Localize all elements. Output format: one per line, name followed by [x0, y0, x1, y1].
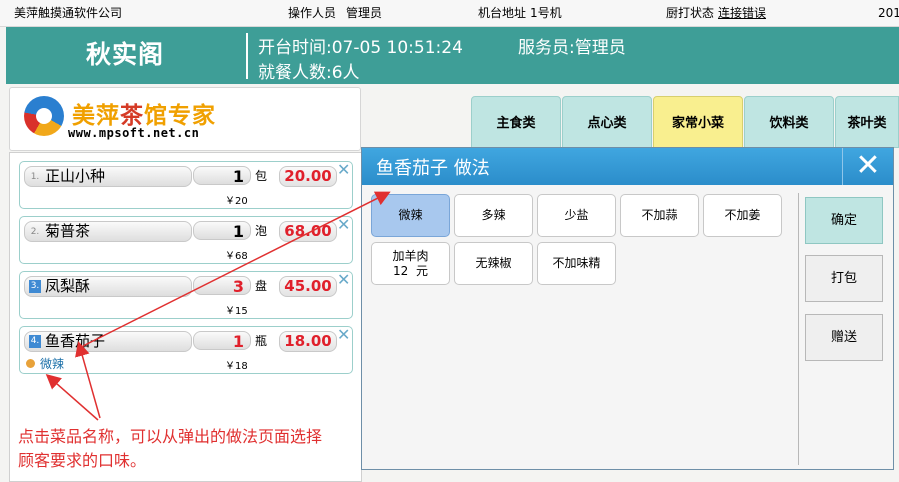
- item-name: 凤梨酥: [45, 277, 91, 295]
- item-price: 45.00: [279, 276, 337, 297]
- option-no-chili[interactable]: 无辣椒: [454, 242, 533, 285]
- option-extra-spicy[interactable]: 多辣: [454, 194, 533, 237]
- option-mild-spicy[interactable]: 微辣: [371, 194, 450, 237]
- remove-item-icon[interactable]: ✕: [337, 270, 350, 289]
- option-no-msg[interactable]: 不加味精: [537, 242, 616, 285]
- waiter-label: 服务员:: [518, 38, 575, 58]
- operator-value: 管理员: [346, 6, 383, 20]
- item-unit: 盘: [255, 279, 268, 293]
- annotation-line: 顾客要求的口味。: [18, 451, 147, 470]
- item-unit-price: ￥68: [225, 251, 248, 262]
- divider: [798, 193, 799, 465]
- item-price: 68.00: [279, 221, 337, 242]
- item-unit: 包: [255, 169, 268, 183]
- item-unit-price: ￥15: [225, 306, 248, 317]
- table-header: 秋实阁 开台时间:07-05 10:51:24 服务员:管理员 就餐人数:6人: [6, 27, 899, 84]
- confirm-button[interactable]: 确定: [805, 197, 883, 244]
- note-dot-icon: [26, 359, 35, 368]
- item-name: 正山小种: [45, 167, 106, 185]
- tab-dim-sum[interactable]: 点心类: [562, 96, 652, 148]
- printer-label: 厨打状态: [666, 6, 715, 20]
- annotation: 点击菜品名称，可以从弹出的做法页面选择 顾客要求的口味。: [18, 425, 358, 473]
- item-name-button[interactable]: 3. 凤梨酥: [24, 276, 192, 297]
- option-label: 加羊肉: [392, 249, 429, 263]
- terminal-value: 1号机: [530, 6, 562, 20]
- logo-title-part: 美萍: [72, 102, 120, 129]
- logo-title-part: 馆专家: [144, 102, 216, 129]
- annotation-line: 点击菜品名称，可以从弹出的做法页面选择: [18, 427, 323, 446]
- order-item[interactable]: 4. 鱼香茄子 1 瓶 18.00 ✕ 微辣 ￥18: [19, 325, 353, 374]
- item-index: 3.: [29, 280, 41, 293]
- tab-staple-food[interactable]: 主食类: [471, 96, 561, 148]
- terminal-label: 机台地址: [478, 6, 527, 20]
- item-quantity[interactable]: 1: [193, 166, 251, 186]
- open-time-value: 07-05 10:51:24: [331, 38, 463, 58]
- gift-button[interactable]: 赠送: [805, 314, 883, 361]
- company-name: 美萍触摸通软件公司: [14, 6, 123, 20]
- pack-button[interactable]: 打包: [805, 255, 883, 302]
- item-index: 4.: [29, 335, 41, 348]
- item-unit-price: ￥20: [225, 196, 248, 207]
- status-bar: 美萍触摸通软件公司 操作人员 管理员 机台地址 1号机 厨打状态 连接错误 20…: [0, 0, 899, 27]
- logo-title-part: 茶: [120, 102, 144, 129]
- item-quantity[interactable]: 1: [193, 331, 251, 351]
- logo-title: 美萍茶馆专家: [72, 96, 216, 130]
- open-time-label: 开台时间:: [258, 38, 332, 58]
- date-partial: 201: [878, 6, 899, 20]
- item-name-button[interactable]: 1. 正山小种: [24, 166, 192, 187]
- remove-item-icon[interactable]: ✕: [337, 215, 350, 234]
- header-divider: [246, 33, 248, 79]
- option-less-salt[interactable]: 少盐: [537, 194, 616, 237]
- item-name-button[interactable]: 4. 鱼香茄子: [24, 331, 192, 352]
- logo: 美萍茶馆专家 www.mpsoft.net.cn: [9, 87, 361, 151]
- logo-url: www.mpsoft.net.cn: [68, 126, 200, 140]
- cooking-method-dialog: 鱼香茄子 做法 ✕ 微辣 多辣 少盐 不加蒜 不加姜 加羊肉 12 元 无辣椒 …: [361, 147, 894, 470]
- option-no-ginger[interactable]: 不加姜: [703, 194, 782, 237]
- order-item[interactable]: 1. 正山小种 1 包 20.00 ✕ ￥20: [19, 160, 353, 209]
- option-extra-price: 12 元: [393, 264, 428, 278]
- dialog-title: 鱼香茄子 做法: [376, 158, 490, 179]
- item-index: 2.: [30, 227, 40, 237]
- waiter-value: 管理员: [574, 38, 626, 58]
- tab-home-dishes[interactable]: 家常小菜: [653, 96, 743, 148]
- tab-drinks[interactable]: 饮料类: [744, 96, 834, 148]
- operator-label: 操作人员: [288, 6, 337, 20]
- dialog-header: 鱼香茄子 做法 ✕: [362, 148, 893, 185]
- guest-count-label: 就餐人数:: [258, 63, 332, 83]
- item-note: 微辣: [40, 357, 65, 371]
- item-price: 18.00: [279, 331, 337, 352]
- item-unit-price: ￥18: [225, 361, 248, 372]
- option-no-garlic[interactable]: 不加蒜: [620, 194, 699, 237]
- option-add-lamb[interactable]: 加羊肉 12 元: [371, 242, 450, 285]
- order-item[interactable]: 3. 凤梨酥 3 盘 45.00 ✕ ￥15: [19, 270, 353, 319]
- item-unit: 瓶: [255, 334, 268, 348]
- item-name-button[interactable]: 2. 菊普茶: [24, 221, 192, 242]
- item-name: 鱼香茄子: [45, 332, 106, 350]
- order-item[interactable]: 2. 菊普茶 1 泡 68.00 ✕ ￥68: [19, 215, 353, 264]
- item-index: 1.: [30, 172, 40, 182]
- item-quantity[interactable]: 3: [193, 276, 251, 296]
- printer-status-link[interactable]: 连接错误: [718, 0, 766, 26]
- logo-mark-icon: [24, 96, 64, 136]
- guest-count: 就餐人数:6人: [258, 58, 360, 83]
- item-name: 菊普茶: [45, 222, 91, 240]
- item-price: 20.00: [279, 166, 337, 187]
- store-name: 秋实阁: [85, 40, 164, 69]
- waiter: 服务员:管理员: [518, 33, 626, 58]
- open-time: 开台时间:07-05 10:51:24: [258, 33, 463, 58]
- tab-tea-leaves[interactable]: 茶叶类: [835, 96, 899, 148]
- guest-count-value: 6人: [331, 63, 360, 83]
- close-icon[interactable]: ✕: [842, 148, 893, 185]
- item-unit: 泡: [255, 224, 268, 238]
- remove-item-icon[interactable]: ✕: [337, 325, 350, 344]
- remove-item-icon[interactable]: ✕: [337, 160, 350, 179]
- item-quantity[interactable]: 1: [193, 221, 251, 241]
